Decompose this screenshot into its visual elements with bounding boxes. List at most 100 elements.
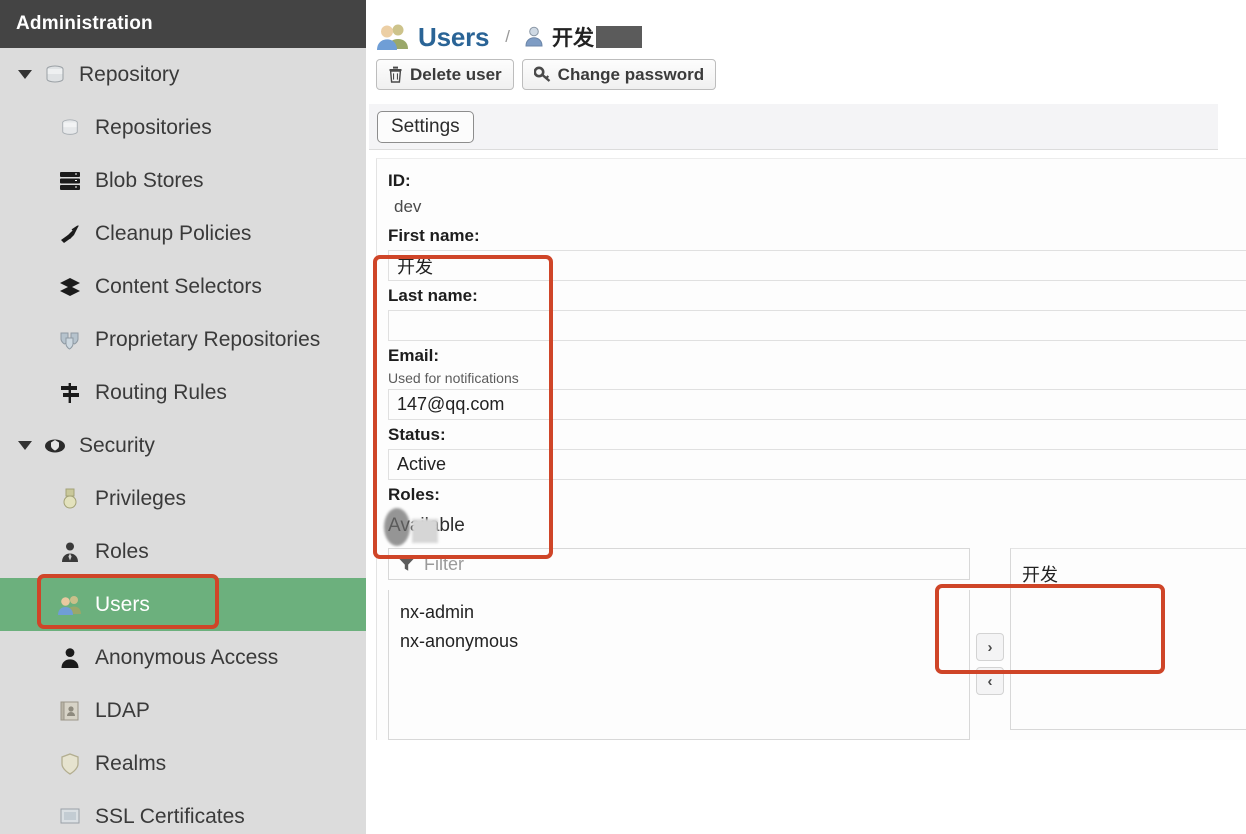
- user-settings-form: ID: dev First name: Last name: Email: Us…: [376, 158, 1246, 740]
- change-password-button[interactable]: Change password: [521, 59, 717, 90]
- change-password-label: Change password: [557, 64, 705, 84]
- chevron-right-icon: ›: [987, 638, 993, 656]
- sidebar-item-users[interactable]: Users: [0, 578, 366, 631]
- sidebar-item-content-selectors[interactable]: Content Selectors: [0, 260, 366, 313]
- redaction-blur-shape: [412, 519, 438, 543]
- granted-roles-header: Granted: [1010, 515, 1246, 541]
- roles-transfer-controls: › ‹: [970, 515, 1010, 740]
- shield-icon: [57, 751, 83, 777]
- field-id-value: dev: [394, 197, 422, 216]
- sidebar-item-label: Content Selectors: [95, 274, 262, 298]
- sidebar: Administration Repository Repositories B…: [0, 0, 366, 834]
- sidebar-item-label: Anonymous Access: [95, 645, 279, 669]
- roles-label: Roles:: [388, 485, 440, 504]
- email-input[interactable]: [388, 389, 1246, 420]
- available-roles-list[interactable]: nx-admin nx-anonymous: [388, 590, 970, 740]
- move-right-button[interactable]: ›: [976, 633, 1004, 661]
- sidebar-item-privileges[interactable]: Privileges: [0, 472, 366, 525]
- sidebar-item-cleanup-policies[interactable]: Cleanup Policies: [0, 207, 366, 260]
- sidebar-group-security[interactable]: Security: [0, 419, 366, 472]
- chevron-left-icon: ‹: [987, 672, 993, 690]
- server-rack-icon: [57, 168, 83, 194]
- medal-icon: [57, 486, 83, 512]
- move-left-button[interactable]: ‹: [976, 667, 1004, 695]
- address-book-icon: [57, 698, 83, 724]
- person-icon: [57, 645, 83, 671]
- first-name-input[interactable]: [388, 250, 1246, 281]
- security-shield-icon: [42, 433, 68, 459]
- main-content: Users / 开发 Delete user Change password S…: [366, 0, 1246, 834]
- sidebar-item-label: Realms: [95, 751, 167, 775]
- breadcrumb: Users / 开发: [366, 0, 1246, 56]
- sidebar-item-routing-rules[interactable]: Routing Rules: [0, 366, 366, 419]
- field-status: Status:: [377, 425, 1246, 480]
- roles-filter-placeholder: Filter: [424, 553, 464, 574]
- available-roles-column: Available Filter nx-admin nx-anonymous: [388, 515, 970, 740]
- list-item[interactable]: 开发: [1011, 557, 1246, 591]
- list-item[interactable]: nx-admin: [389, 598, 969, 627]
- sidebar-item-proprietary-repositories[interactable]: Proprietary Repositories: [0, 313, 366, 366]
- sidebar-item-ssl-certificates[interactable]: SSL Certificates: [0, 790, 366, 834]
- field-first-name: First name:: [377, 226, 1246, 281]
- sidebar-item-repositories[interactable]: Repositories: [0, 101, 366, 154]
- caret-down-icon: [18, 441, 32, 450]
- person-tie-icon: [57, 539, 83, 565]
- delete-user-button[interactable]: Delete user: [376, 59, 514, 90]
- sidebar-item-label: Repositories: [95, 115, 212, 139]
- sidebar-item-label: SSL Certificates: [95, 804, 245, 828]
- field-id: ID: dev: [377, 171, 1246, 226]
- field-first-name-label: First name:: [388, 226, 480, 245]
- redaction-blur-shape: [384, 508, 410, 546]
- field-last-name-label: Last name:: [388, 286, 478, 305]
- tab-bar: Settings: [369, 104, 1218, 150]
- sidebar-item-ldap[interactable]: LDAP: [0, 684, 366, 737]
- sidebar-group-repository-label: Repository: [79, 62, 180, 86]
- field-email: Email: Used for notifications: [377, 346, 1246, 420]
- field-email-label: Email:: [388, 346, 440, 365]
- list-item[interactable]: nx-anonymous: [389, 627, 969, 656]
- layers-icon: [57, 274, 83, 300]
- field-email-hint: Used for notifications: [388, 370, 519, 386]
- trash-icon: [388, 66, 403, 83]
- sidebar-group-repository[interactable]: Repository: [0, 48, 366, 101]
- users-icon: [376, 22, 410, 52]
- sidebar-item-blob-stores[interactable]: Blob Stores: [0, 154, 366, 207]
- signpost-icon: [57, 380, 83, 406]
- available-roles-header: Available: [388, 515, 970, 541]
- database-icon: [42, 62, 68, 88]
- field-status-label: Status:: [388, 425, 446, 444]
- breadcrumb-section[interactable]: Users: [418, 22, 489, 53]
- sidebar-item-label: Users: [95, 592, 150, 616]
- tab-settings[interactable]: Settings: [377, 110, 474, 143]
- sidebar-item-anonymous-access[interactable]: Anonymous Access: [0, 631, 366, 684]
- tab-settings-label: Settings: [391, 115, 460, 137]
- redaction-block: [596, 26, 643, 48]
- field-last-name: Last name:: [377, 286, 1246, 341]
- sidebar-item-realms[interactable]: Realms: [0, 737, 366, 790]
- person-icon: [524, 26, 544, 48]
- filter-icon: [398, 557, 415, 572]
- key-icon: [533, 66, 551, 83]
- sidebar-header-title: Administration: [0, 0, 366, 48]
- sidebar-item-label: Roles: [95, 539, 149, 563]
- sidebar-item-label: Routing Rules: [95, 380, 227, 404]
- sidebar-item-roles[interactable]: Roles: [0, 525, 366, 578]
- status-select[interactable]: [388, 449, 1246, 480]
- roles-filter[interactable]: Filter: [388, 548, 970, 580]
- sidebar-item-label: Proprietary Repositories: [95, 327, 321, 351]
- users-icon: [57, 592, 83, 618]
- certificate-icon: [57, 804, 83, 830]
- broom-icon: [57, 221, 83, 247]
- shield-group-icon: [57, 327, 83, 353]
- last-name-input[interactable]: [388, 310, 1246, 341]
- breadcrumb-current: 开发: [552, 27, 595, 50]
- sidebar-group-security-label: Security: [79, 433, 155, 457]
- database-icon: [57, 115, 83, 141]
- granted-roles-list[interactable]: 开发: [1010, 548, 1246, 730]
- sidebar-item-label: Privileges: [95, 486, 187, 510]
- user-action-toolbar: Delete user Change password: [366, 59, 1246, 90]
- roles-dual-list: Available Filter nx-admin nx-anonymous: [377, 515, 1246, 740]
- delete-user-label: Delete user: [410, 64, 502, 84]
- sidebar-item-label: LDAP: [95, 698, 150, 722]
- sidebar-item-label: Blob Stores: [95, 168, 204, 192]
